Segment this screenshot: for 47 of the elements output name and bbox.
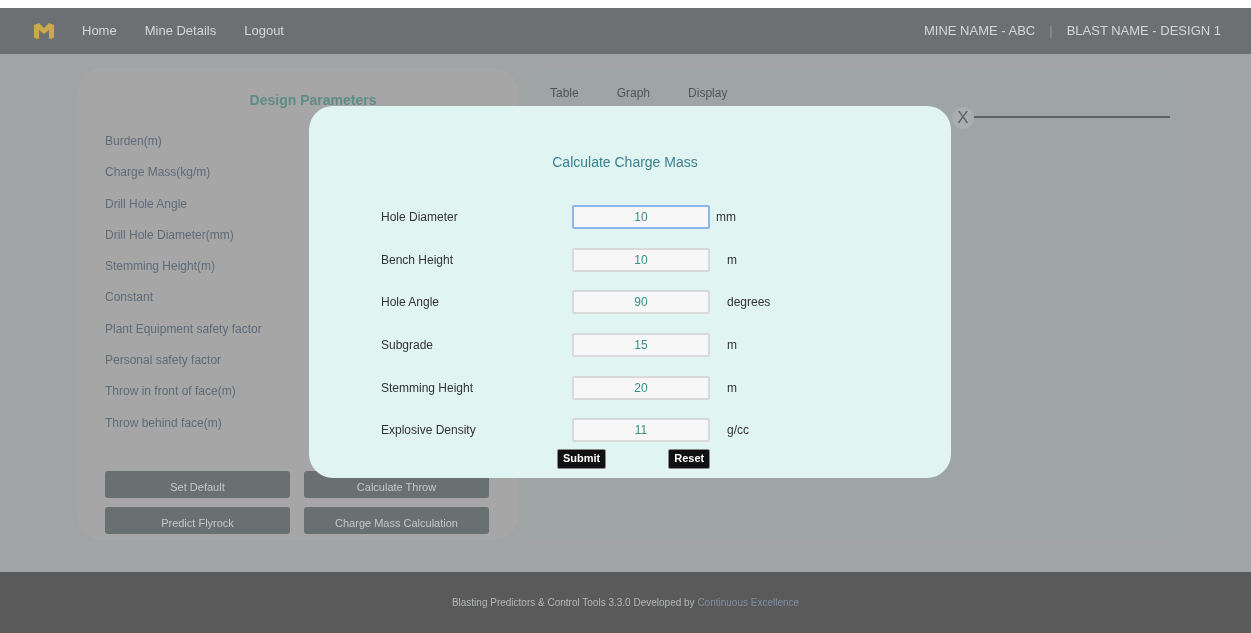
parameter-label: Drill Hole Diameter(mm): [105, 226, 234, 244]
field-label: Hole Diameter: [381, 209, 459, 227]
action-button[interactable]: Predict Flyrock: [105, 506, 290, 534]
parameter-label: Burden(m): [105, 133, 162, 150]
parameter-label: Charge Mass(kg/m): [105, 164, 211, 182]
unit-label: m: [727, 337, 737, 355]
parameter-label: Personal safety factor: [105, 352, 222, 370]
field-label: Stemming Height: [381, 379, 475, 397]
unit-label: m: [727, 379, 737, 397]
dialog-button[interactable]: Reset: [668, 448, 711, 469]
results-tab[interactable]: Display: [688, 84, 728, 102]
panel-title: Design Parameters: [248, 91, 378, 110]
mine-name: MINE NAME - ABC: [924, 22, 1036, 41]
parameter-label: Throw behind face(m): [105, 414, 222, 432]
header-separator: |: [1049, 22, 1053, 41]
input-field[interactable]: 10: [572, 247, 710, 272]
input-field[interactable]: 20: [572, 375, 710, 400]
action-button[interactable]: Charge Mass Calculation: [304, 506, 489, 534]
input-field[interactable]: 10: [572, 205, 710, 230]
unit-label: degrees: [727, 294, 771, 312]
dialog-title: Calculate Charge Mass: [551, 153, 699, 172]
input-field[interactable]: 11: [572, 418, 710, 443]
logo-icon[interactable]: [33, 22, 55, 40]
parameter-label: Drill Hole Angle: [105, 195, 188, 213]
input-field[interactable]: 90: [572, 290, 710, 315]
results-tab[interactable]: Table: [550, 84, 579, 102]
parameter-label: Throw in front of face(m): [105, 383, 236, 401]
nav-link[interactable]: Home: [82, 21, 117, 41]
parameter-label: Constant: [105, 289, 154, 307]
unit-label: mm: [716, 209, 736, 227]
input-field[interactable]: 15: [572, 333, 710, 358]
parameter-label: Stemming Height(m): [105, 258, 216, 276]
footer-link[interactable]: Continuous Excellence: [697, 595, 800, 610]
field-label: Bench Height: [381, 251, 455, 269]
field-label: Subgrade: [381, 337, 435, 355]
parameter-label: Plant Equipment safety factor: [105, 320, 262, 338]
field-label: Hole Angle: [381, 294, 441, 312]
action-button[interactable]: Set Default: [105, 470, 290, 498]
nav-link[interactable]: Mine Details: [144, 21, 217, 41]
blast-name: BLAST NAME - DESIGN 1: [1066, 22, 1221, 41]
unit-label: g/cc: [727, 422, 749, 440]
field-label: Explosive Density: [381, 422, 477, 440]
results-tab[interactable]: Graph: [616, 84, 651, 102]
footer-text: Blasting Predictors & Control Tools 3.3.0 Developed by: [451, 596, 696, 610]
dialog-button[interactable]: Submit: [557, 448, 607, 469]
unit-label: m: [727, 251, 737, 269]
nav-link[interactable]: Logout: [244, 21, 284, 41]
